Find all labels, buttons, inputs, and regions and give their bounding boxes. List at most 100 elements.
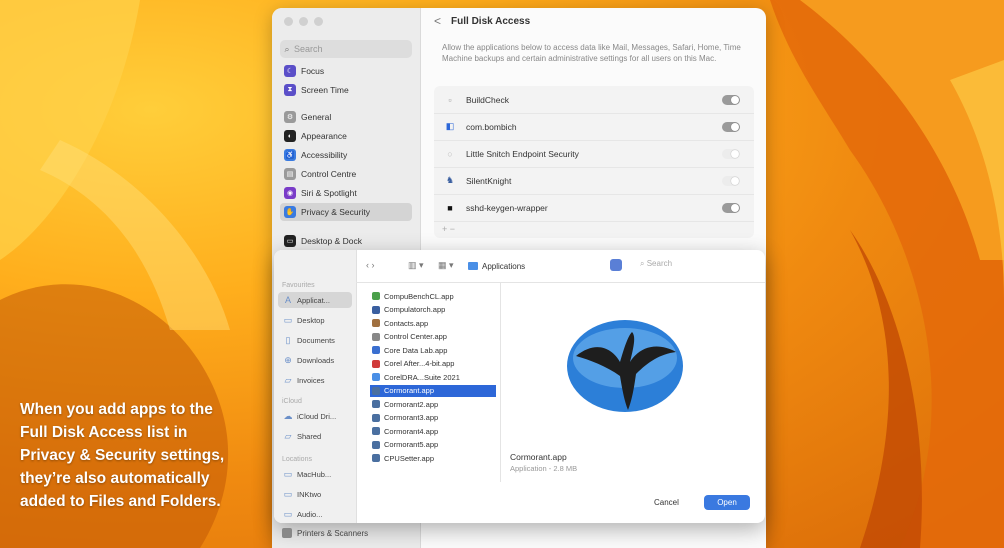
file-row[interactable]: CompuBenchCL.app bbox=[370, 290, 496, 302]
file-row[interactable]: Cormorant.app bbox=[370, 384, 496, 397]
moon-icon: ☾ bbox=[284, 65, 296, 77]
sidebar-item-label: Screen Time bbox=[301, 85, 349, 95]
list-item: ◧ com.bombich bbox=[434, 113, 754, 141]
file-row[interactable]: CorelDRA...Suite 2021 bbox=[370, 371, 496, 383]
file-row[interactable]: Cormorant2.app bbox=[370, 398, 496, 410]
sidebar-item-desktop[interactable]: ▭ Desktop bbox=[278, 312, 352, 328]
folder-icon bbox=[468, 262, 478, 270]
sidebar-item-label: Invoices bbox=[297, 375, 325, 385]
file-name: Control Center.app bbox=[384, 332, 447, 341]
file-search-field[interactable]: ⌕ Search bbox=[640, 259, 750, 273]
view-mode-button[interactable]: ▥ ▾ bbox=[408, 260, 424, 271]
page-header: < Full Disk Access bbox=[434, 14, 530, 28]
sidebar-item-applications[interactable]: A Applicat... bbox=[278, 292, 352, 308]
drive-icon: ▭ bbox=[283, 508, 293, 519]
app-icon bbox=[372, 400, 380, 408]
sidebar-item-shared[interactable]: ▱ Shared bbox=[278, 428, 352, 444]
expand-button[interactable] bbox=[610, 259, 622, 271]
access-toggle[interactable] bbox=[722, 148, 740, 159]
zoom-window-button[interactable] bbox=[314, 17, 323, 26]
list-item: ♞ SilentKnight bbox=[434, 167, 754, 195]
app-name: sshd-keygen-wrapper bbox=[466, 202, 548, 213]
open-file-dialog: Favourites A Applicat... ▭ Desktop ▯ Docume… bbox=[274, 250, 765, 523]
file-name: Corel After...4-bit.app bbox=[384, 359, 455, 368]
sidebar-item-label: INKtwo bbox=[297, 489, 322, 499]
sidebar-item-label: Audio... bbox=[297, 509, 323, 519]
cancel-button[interactable]: Cancel bbox=[654, 498, 679, 507]
back-forward-buttons[interactable]: ‹ › bbox=[366, 260, 375, 270]
sidebar-item-downloads[interactable]: ⊕ Downloads bbox=[278, 352, 352, 368]
sidebar-item-privacy-security[interactable]: ✋ Privacy & Security bbox=[280, 203, 412, 221]
file-row[interactable]: Corel After...4-bit.app bbox=[370, 358, 496, 370]
minimize-window-button[interactable] bbox=[299, 17, 308, 26]
sidebar-item-invoices[interactable]: ▱ Invoices bbox=[278, 372, 352, 388]
app-icon bbox=[372, 292, 380, 300]
app-icon: ○ bbox=[447, 148, 453, 159]
location-popup[interactable]: Applications bbox=[468, 259, 608, 273]
file-row[interactable]: Core Data Lab.app bbox=[370, 344, 496, 356]
file-row[interactable]: CPUSetter.app bbox=[370, 452, 496, 464]
file-row[interactable]: Cormorant5.app bbox=[370, 439, 496, 451]
app-icon: ♞ bbox=[445, 175, 455, 185]
file-name: Core Data Lab.app bbox=[384, 345, 448, 355]
access-toggle[interactable] bbox=[722, 121, 740, 132]
sidebar-item-label: Control Centre bbox=[301, 169, 357, 179]
sidebar-item-siri-spotlight[interactable]: ◉ Siri & Spotlight bbox=[280, 184, 412, 202]
sidebar-item-printers-scanners[interactable]: Printers & Scanners bbox=[282, 528, 368, 538]
app-name: BuildCheck bbox=[466, 94, 509, 105]
sidebar-item-control-centre[interactable]: ▤ Control Centre bbox=[280, 165, 412, 183]
access-toggle[interactable] bbox=[722, 175, 740, 186]
printer-icon bbox=[282, 528, 292, 538]
sidebar-item-location[interactable]: ▭ INKtwo bbox=[278, 486, 352, 502]
sidebar-item-label: General bbox=[301, 112, 332, 122]
app-icon bbox=[372, 319, 380, 327]
search-icon: ⌕ bbox=[284, 44, 290, 54]
applications-icon: A bbox=[284, 295, 291, 305]
sidebar-item-documents[interactable]: ▯ Documents bbox=[278, 332, 352, 348]
app-icon bbox=[372, 346, 380, 354]
folder-icon: ▱ bbox=[284, 374, 292, 385]
file-row[interactable]: Cormorant4.app bbox=[370, 425, 496, 437]
sidebar-item-label: Siri & Spotlight bbox=[301, 188, 357, 198]
app-name: SilentKnight bbox=[466, 175, 512, 186]
sidebar-item-desktop-dock[interactable]: ▭ Desktop & Dock bbox=[280, 232, 412, 250]
open-button[interactable]: Open bbox=[704, 495, 750, 510]
sidebar-item-label: Desktop & Dock bbox=[301, 236, 362, 246]
access-toggle[interactable] bbox=[722, 202, 740, 213]
sidebar-item-accessibility[interactable]: ♿ Accessibility bbox=[280, 146, 412, 164]
sidebar-item-label: Printers & Scanners bbox=[297, 528, 369, 538]
sidebar-item-screen-time[interactable]: ⧗ Screen Time bbox=[280, 81, 412, 99]
app-icon bbox=[372, 427, 380, 435]
column-divider bbox=[500, 282, 501, 482]
close-window-button[interactable] bbox=[284, 17, 293, 26]
app-icon bbox=[372, 413, 380, 422]
sidebar-item-label: MacHub... bbox=[297, 469, 332, 479]
file-name: Cormorant4.app bbox=[384, 426, 439, 436]
caption-line: Privacy & Security settings, bbox=[20, 447, 225, 464]
sidebar-item-location[interactable]: ▭ Audio... bbox=[278, 506, 352, 522]
sidebar-item-icloud-drive[interactable]: ☁ iCloud Dri... bbox=[278, 408, 352, 424]
sidebar-item-general[interactable]: ⚙ General bbox=[280, 108, 412, 126]
back-button[interactable]: < bbox=[434, 14, 441, 28]
sidebar-item-label: Applicat... bbox=[297, 295, 330, 305]
sidebar-item-label: iCloud Dri... bbox=[297, 411, 337, 421]
file-sidebar: Favourites A Applicat... ▭ Desktop ▯ Docume… bbox=[274, 250, 357, 523]
control-centre-icon: ▤ bbox=[284, 168, 296, 180]
app-icon bbox=[372, 373, 380, 381]
sidebar-item-label: Downloads bbox=[297, 355, 335, 365]
add-remove-buttons[interactable]: + − bbox=[442, 224, 455, 234]
section-icloud: iCloud bbox=[282, 398, 302, 405]
group-button[interactable]: ▦ ▾ bbox=[438, 260, 454, 271]
sidebar-search-field[interactable]: ⌕ Search bbox=[280, 40, 412, 58]
sidebar-item-focus[interactable]: ☾ Focus bbox=[280, 62, 412, 80]
caption-line: Full Disk Access list in bbox=[20, 424, 188, 441]
file-row[interactable]: Control Center.app bbox=[370, 331, 496, 343]
access-toggle[interactable] bbox=[722, 94, 740, 105]
file-row[interactable]: Cormorant3.app bbox=[370, 412, 496, 424]
sidebar-item-appearance[interactable]: ◐ Appearance bbox=[280, 127, 412, 145]
file-row[interactable]: Compulatorch.app bbox=[370, 304, 496, 316]
sidebar-item-location[interactable]: ▭ MacHub... bbox=[278, 466, 352, 482]
file-row[interactable]: Contacts.app bbox=[370, 317, 496, 329]
page-description: Allow the applications below to access d… bbox=[442, 43, 741, 63]
file-name: Compulatorch.app bbox=[384, 305, 446, 314]
